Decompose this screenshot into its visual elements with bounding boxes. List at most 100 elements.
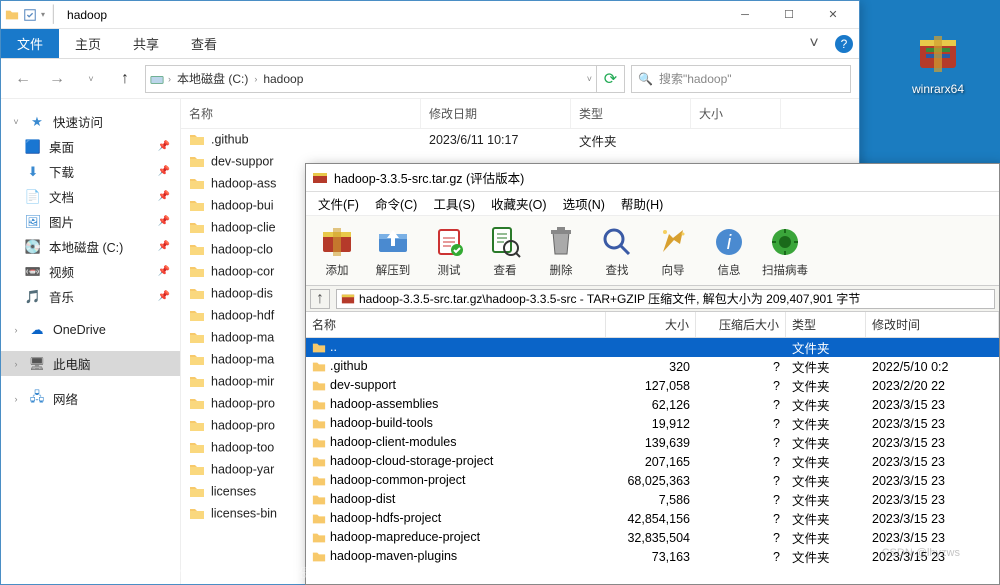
archive-row[interactable]: .github320?文件夹2022/5/10 0:2 bbox=[306, 357, 999, 376]
menu-item[interactable]: 帮助(H) bbox=[615, 194, 669, 213]
entry-size: 68,025,363 bbox=[606, 474, 696, 488]
entry-date: 2022/5/10 0:2 bbox=[866, 360, 999, 374]
ribbon: 文件 主页 共享 查看 ˅ ? bbox=[1, 29, 859, 59]
chevron-right-icon[interactable]: › bbox=[254, 74, 257, 84]
toolbar-查看[interactable]: 查看 bbox=[478, 219, 532, 283]
search-input[interactable]: 🔍 搜索"hadoop" bbox=[631, 65, 851, 93]
col-date[interactable]: 修改日期 bbox=[421, 99, 571, 128]
menu-item[interactable]: 收藏夹(O) bbox=[485, 194, 553, 213]
wcol-type[interactable]: 类型 bbox=[786, 312, 866, 337]
refresh-button[interactable]: ⟳ bbox=[597, 65, 625, 93]
winrar-columns[interactable]: 名称 大小 压缩后大小 类型 修改时间 bbox=[306, 312, 999, 338]
minimize-button[interactable]: ─ bbox=[723, 1, 767, 29]
chevron-down-icon[interactable]: ˅ bbox=[587, 74, 592, 84]
wcol-packed[interactable]: 压缩后大小 bbox=[696, 312, 786, 337]
menu-item[interactable]: 工具(S) bbox=[427, 194, 481, 213]
folder-icon bbox=[5, 8, 19, 22]
breadcrumb-folder[interactable]: hadoop bbox=[261, 72, 305, 86]
close-button[interactable]: ✕ bbox=[811, 1, 855, 29]
archive-row[interactable]: hadoop-cloud-storage-project207,165?文件夹2… bbox=[306, 452, 999, 471]
sidebar-item[interactable]: 🖼图片📌 bbox=[1, 209, 180, 234]
toolbar-测试[interactable]: 测试 bbox=[422, 219, 476, 283]
ribbon-collapse-icon[interactable]: ˅ bbox=[799, 29, 829, 58]
wcol-size[interactable]: 大小 bbox=[606, 312, 696, 337]
archive-row[interactable]: hadoop-build-tools19,912?文件夹2023/3/15 23 bbox=[306, 414, 999, 433]
sidebar-onedrive[interactable]: ›☁OneDrive bbox=[1, 319, 180, 341]
maximize-button[interactable]: ☐ bbox=[767, 1, 811, 29]
tool-icon: i bbox=[711, 224, 747, 260]
winrar-titlebar[interactable]: hadoop-3.3.5-src.tar.gz (评估版本) bbox=[306, 164, 999, 192]
entry-type: 文件夹 bbox=[786, 547, 866, 566]
file-list-header[interactable]: 名称 修改日期 类型 大小 bbox=[181, 99, 859, 129]
entry-date: 2023/3/15 23 bbox=[866, 455, 999, 469]
col-size[interactable]: 大小 bbox=[691, 99, 781, 128]
tool-label: 删除 bbox=[550, 262, 573, 278]
tool-icon bbox=[375, 224, 411, 260]
ribbon-tab-home[interactable]: 主页 bbox=[59, 29, 117, 58]
toolbar-删除[interactable]: 删除 bbox=[534, 219, 588, 283]
archive-row[interactable]: hadoop-common-project68,025,363?文件夹2023/… bbox=[306, 471, 999, 490]
nav-up-button[interactable]: ↑ bbox=[111, 65, 139, 93]
up-button[interactable]: ↑ bbox=[310, 289, 330, 309]
entry-date: 2023/3/15 23 bbox=[866, 474, 999, 488]
star-icon: ★ bbox=[29, 114, 45, 130]
help-icon[interactable]: ? bbox=[829, 29, 859, 58]
item-icon: ⬇ bbox=[25, 164, 41, 180]
entry-date: 2023/3/15 23 bbox=[866, 493, 999, 507]
ribbon-tab-file[interactable]: 文件 bbox=[1, 29, 59, 58]
toolbar-解压到[interactable]: 解压到 bbox=[366, 219, 420, 283]
breadcrumb-root[interactable]: 本地磁盘 (C:) bbox=[175, 70, 250, 87]
entry-packed: ? bbox=[696, 512, 786, 526]
desktop-icon-ha[interactable]: ha bbox=[978, 30, 1000, 96]
col-type[interactable]: 类型 bbox=[571, 99, 691, 128]
sidebar-network[interactable]: ›🖧网络 bbox=[1, 386, 180, 411]
sidebar-item[interactable]: 📄文档📌 bbox=[1, 184, 180, 209]
sidebar-item[interactable]: 💽本地磁盘 (C:)📌 bbox=[1, 234, 180, 259]
pc-icon: 🖥 bbox=[29, 356, 45, 372]
entry-name: hadoop-maven-plugins bbox=[330, 549, 457, 563]
menu-item[interactable]: 选项(N) bbox=[557, 194, 611, 213]
file-name: hadoop-yar bbox=[211, 462, 274, 476]
col-name[interactable]: 名称 bbox=[181, 99, 421, 128]
menu-item[interactable]: 命令(C) bbox=[369, 194, 423, 213]
desktop-icon-winrar[interactable]: winrarx64 bbox=[898, 30, 978, 96]
tool-label: 添加 bbox=[326, 262, 349, 278]
toolbar-信息[interactable]: i信息 bbox=[702, 219, 756, 283]
breadcrumb[interactable]: › 本地磁盘 (C:) › hadoop ˅ bbox=[145, 65, 597, 93]
toolbar-查找[interactable]: 查找 bbox=[590, 219, 644, 283]
file-row[interactable]: .github2023/6/11 10:17文件夹 bbox=[181, 129, 859, 151]
nav-recent-icon[interactable]: ˅ bbox=[77, 65, 105, 93]
wcol-name[interactable]: 名称 bbox=[306, 312, 606, 337]
winrar-title: hadoop-3.3.5-src.tar.gz (评估版本) bbox=[334, 168, 524, 187]
chevron-down-icon[interactable]: ▾ bbox=[41, 10, 45, 19]
quickaccess-props-icon[interactable] bbox=[23, 8, 37, 22]
ribbon-tab-view[interactable]: 查看 bbox=[175, 29, 233, 58]
winrar-icon bbox=[312, 170, 328, 186]
archive-row[interactable]: hadoop-assemblies62,126?文件夹2023/3/15 23 bbox=[306, 395, 999, 414]
nav-forward-button[interactable]: → bbox=[43, 65, 71, 93]
entry-date: 2023/3/15 23 bbox=[866, 531, 999, 545]
archive-row[interactable]: hadoop-mapreduce-project32,835,504?文件夹20… bbox=[306, 528, 999, 547]
winrar-path-input[interactable]: hadoop-3.3.5-src.tar.gz\hadoop-3.3.5-src… bbox=[336, 289, 995, 309]
sidebar-item[interactable]: 📼视频📌 bbox=[1, 259, 180, 284]
explorer-titlebar[interactable]: ▾ │ hadoop ─ ☐ ✕ bbox=[1, 1, 859, 29]
sidebar-this-pc[interactable]: ›🖥此电脑 bbox=[1, 351, 180, 376]
sidebar-item[interactable]: 🎵音乐📌 bbox=[1, 284, 180, 309]
archive-row[interactable]: ..文件夹 bbox=[306, 338, 999, 357]
sidebar-quick-access[interactable]: ˅★快速访问 bbox=[1, 109, 180, 134]
menu-item[interactable]: 文件(F) bbox=[312, 194, 365, 213]
entry-type: 文件夹 bbox=[786, 490, 866, 509]
archive-row[interactable]: hadoop-hdfs-project42,854,156?文件夹2023/3/… bbox=[306, 509, 999, 528]
ribbon-tab-share[interactable]: 共享 bbox=[117, 29, 175, 58]
toolbar-向导[interactable]: 向导 bbox=[646, 219, 700, 283]
archive-row[interactable]: hadoop-dist7,586?文件夹2023/3/15 23 bbox=[306, 490, 999, 509]
wcol-date[interactable]: 修改时间 bbox=[866, 312, 999, 337]
sidebar-item[interactable]: ⬇下载📌 bbox=[1, 159, 180, 184]
toolbar-添加[interactable]: 添加 bbox=[310, 219, 364, 283]
archive-row[interactable]: hadoop-client-modules139,639?文件夹2023/3/1… bbox=[306, 433, 999, 452]
sidebar-item[interactable]: 🟦桌面📌 bbox=[1, 134, 180, 159]
toolbar-扫描病毒[interactable]: 扫描病毒 bbox=[758, 219, 812, 283]
archive-row[interactable]: dev-support127,058?文件夹2023/2/20 22 bbox=[306, 376, 999, 395]
nav-back-button[interactable]: ← bbox=[9, 65, 37, 93]
chevron-right-icon[interactable]: › bbox=[168, 74, 171, 84]
